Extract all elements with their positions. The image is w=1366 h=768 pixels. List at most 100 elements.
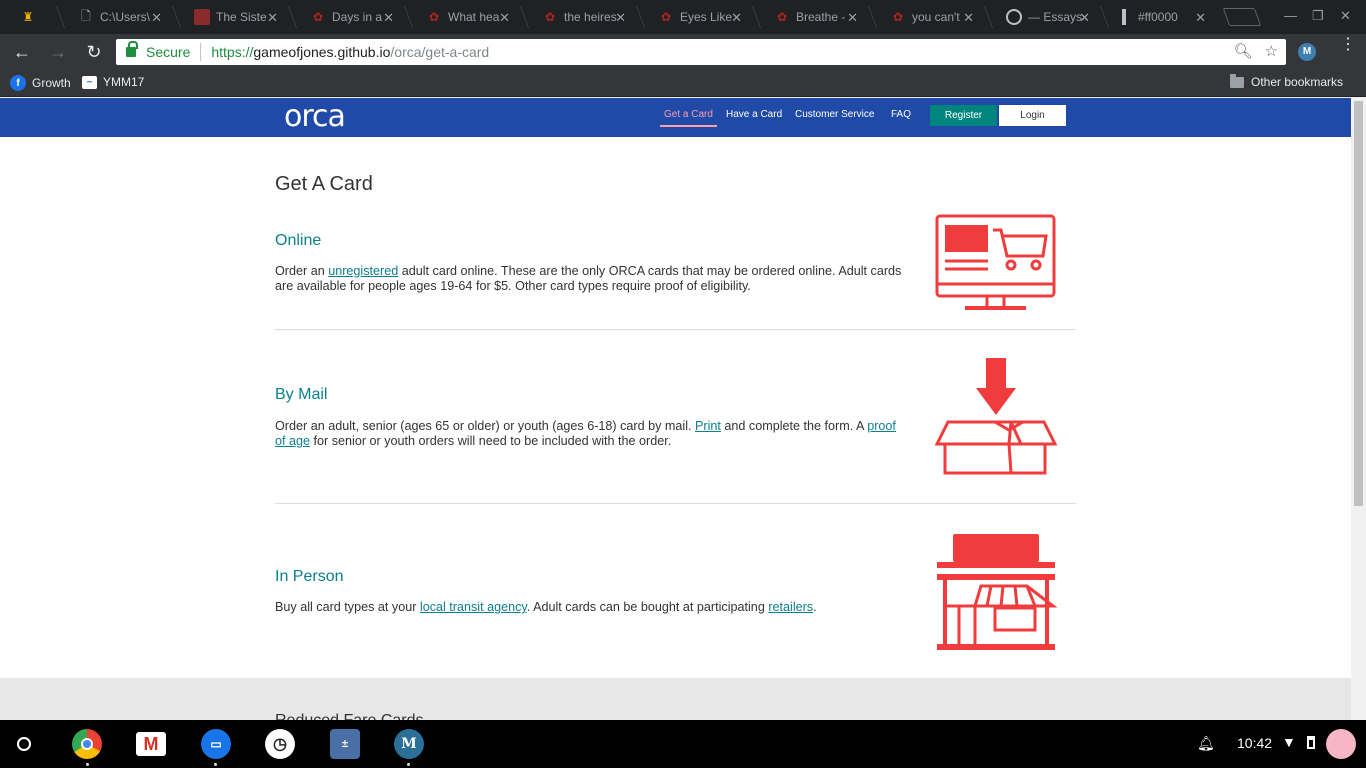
ao3-icon: ✿ — [776, 10, 788, 24]
lock-icon — [126, 41, 138, 57]
tab-9[interactable]: — Essays ✕ — [986, 0, 1102, 34]
tab-8[interactable]: ✿ you can't ✕ — [870, 0, 986, 34]
maximize-icon[interactable]: ❐ — [1312, 8, 1324, 24]
ao3-icon: ✿ — [544, 10, 556, 24]
retailers-link[interactable]: retailers — [768, 600, 813, 614]
ao3-icon: ✿ — [892, 10, 904, 24]
folder-icon — [1230, 73, 1244, 88]
url-scheme: https:// — [211, 44, 254, 60]
mail-heading: By Mail — [275, 386, 328, 403]
tab-0[interactable]: ♜ — [0, 0, 58, 34]
menu-icon[interactable]: ⋮ — [1340, 37, 1356, 53]
computer-cart-icon — [935, 214, 1056, 310]
reload-icon[interactable]: ↻ — [83, 41, 105, 63]
tab-strip: ♜ 🗋 C:\Users\ ✕ The Siste ✕ ✿ Days in a … — [0, 0, 1366, 34]
secure-label: Secure — [146, 44, 191, 60]
page-title: Get A Card — [275, 173, 373, 195]
new-tab-button[interactable] — [1222, 8, 1262, 26]
nav-customer-service[interactable]: Customer Service — [795, 109, 874, 120]
unregistered-link[interactable]: unregistered — [328, 264, 398, 278]
page-viewport: orca Get a Card Have a Card Customer Ser… — [0, 98, 1351, 720]
close-tab-icon[interactable]: ✕ — [267, 10, 278, 26]
local-transit-agency-link[interactable]: local transit agency — [420, 600, 527, 614]
url-host: gameofjones.github.io — [253, 44, 391, 60]
tab-6[interactable]: ✿ Eyes Like ✕ — [638, 0, 754, 34]
page-scrollbar[interactable] — [1351, 98, 1366, 720]
bookmark-growth[interactable]: f Growth — [10, 75, 71, 91]
url-path: /orca/get-a-card — [390, 44, 490, 60]
minimize-icon[interactable]: — — [1284, 8, 1297, 23]
tab-3[interactable]: ✿ Days in a ✕ — [290, 0, 406, 34]
section-divider — [275, 503, 1076, 504]
gmail-icon[interactable]: M — [136, 732, 166, 756]
launcher-icon[interactable] — [17, 737, 31, 751]
bookmarks-bar: f Growth ~ YMM17 Other bookmarks — [0, 70, 1366, 97]
tab-10[interactable]: #ff0000 ✕ — [1102, 0, 1218, 34]
close-tab-icon[interactable]: ✕ — [731, 10, 742, 26]
back-arrow-icon[interactable]: ← — [11, 41, 33, 63]
nav-faq[interactable]: FAQ — [891, 109, 911, 120]
close-tab-icon[interactable]: ✕ — [151, 10, 162, 26]
section-divider — [275, 329, 1076, 330]
ao3-icon: ✿ — [312, 10, 324, 24]
reduced-fare-section: Reduced Fare Cards — [0, 678, 1351, 720]
tab-5[interactable]: ✿ the heires ✕ — [522, 0, 638, 34]
clock-time[interactable]: 10:42 — [1237, 735, 1272, 751]
ao3-icon: ✿ — [660, 10, 672, 24]
close-tab-icon[interactable]: ✕ — [615, 10, 626, 26]
online-heading: Online — [275, 232, 322, 249]
ao3-icon: ✿ — [428, 10, 440, 24]
castle-icon: ♜ — [22, 10, 34, 24]
online-text: Order an unregistered adult card online.… — [275, 264, 902, 293]
battery-icon[interactable] — [1307, 736, 1315, 749]
in-person-text: Buy all card types at your local transit… — [275, 600, 817, 614]
mail-text: Order an adult, senior (ages 65 or older… — [275, 419, 896, 448]
browser-toolbar: ← → ↻ Secure https:// gameofjones.github… — [0, 34, 1366, 70]
box-download-icon — [935, 358, 1057, 475]
chrome-icon[interactable] — [72, 729, 102, 759]
picture-icon — [194, 9, 210, 25]
close-tab-icon[interactable]: ✕ — [847, 10, 858, 26]
register-button[interactable]: Register — [930, 105, 997, 126]
site-header: orca Get a Card Have a Card Customer Ser… — [0, 98, 1351, 137]
clock-icon[interactable]: ◷ — [265, 729, 295, 759]
address-bar[interactable]: Secure https:// gameofjones.github.io /o… — [116, 39, 1286, 65]
orca-logo[interactable]: orca — [284, 99, 346, 134]
m-app-icon[interactable]: M — [394, 729, 424, 759]
wifi-icon[interactable]: ▼ — [1282, 734, 1296, 750]
nav-have-a-card[interactable]: Have a Card — [726, 109, 782, 120]
print-link[interactable]: Print — [695, 419, 721, 433]
notification-bell-icon[interactable]: 🔔︎ — [1197, 735, 1215, 752]
reduced-fare-heading: Reduced Fare Cards — [275, 712, 424, 720]
login-button[interactable]: Login — [999, 105, 1066, 126]
calculator-icon[interactable]: ± — [330, 729, 360, 759]
close-window-icon[interactable]: ✕ — [1340, 8, 1351, 24]
files-icon[interactable]: ▭ — [201, 729, 231, 759]
zoom-icon[interactable]: 🔍︎ — [1234, 42, 1253, 60]
os-shelf: M ▭ ◷ ± M 🔔︎ 10:42 ▼ — [0, 720, 1366, 768]
close-tab-icon[interactable]: ✕ — [383, 10, 394, 26]
nav-get-a-card[interactable]: Get a Card — [660, 109, 717, 127]
tab-1[interactable]: 🗋 C:\Users\ ✕ — [58, 0, 174, 34]
circle-logo-icon — [1006, 9, 1022, 25]
storefront-icon — [937, 534, 1057, 650]
star-icon[interactable]: ☆ — [1265, 42, 1278, 60]
close-tab-icon[interactable]: ✕ — [499, 10, 510, 26]
f-icon: f — [10, 75, 26, 91]
close-tab-icon[interactable]: ✕ — [963, 10, 974, 26]
scrollbar-thumb[interactable] — [1354, 101, 1363, 506]
other-bookmarks[interactable]: Other bookmarks — [1230, 73, 1343, 89]
in-person-heading: In Person — [275, 568, 344, 585]
tab-4[interactable]: ✿ What hea ✕ — [406, 0, 522, 34]
forward-arrow-icon[interactable]: → — [47, 41, 69, 63]
close-tab-icon[interactable]: ✕ — [1195, 10, 1206, 26]
close-tab-icon[interactable]: ✕ — [1079, 10, 1090, 26]
extension-icon[interactable]: M — [1298, 43, 1316, 61]
bookmark-ymm17[interactable]: ~ YMM17 — [82, 75, 144, 89]
tab-2[interactable]: The Siste ✕ — [174, 0, 290, 34]
color-icon — [1122, 9, 1126, 25]
file-icon: 🗋 — [81, 8, 91, 23]
avatar[interactable] — [1326, 729, 1356, 759]
tab-7[interactable]: ✿ Breathe - ✕ — [754, 0, 870, 34]
chart-icon: ~ — [82, 75, 97, 89]
